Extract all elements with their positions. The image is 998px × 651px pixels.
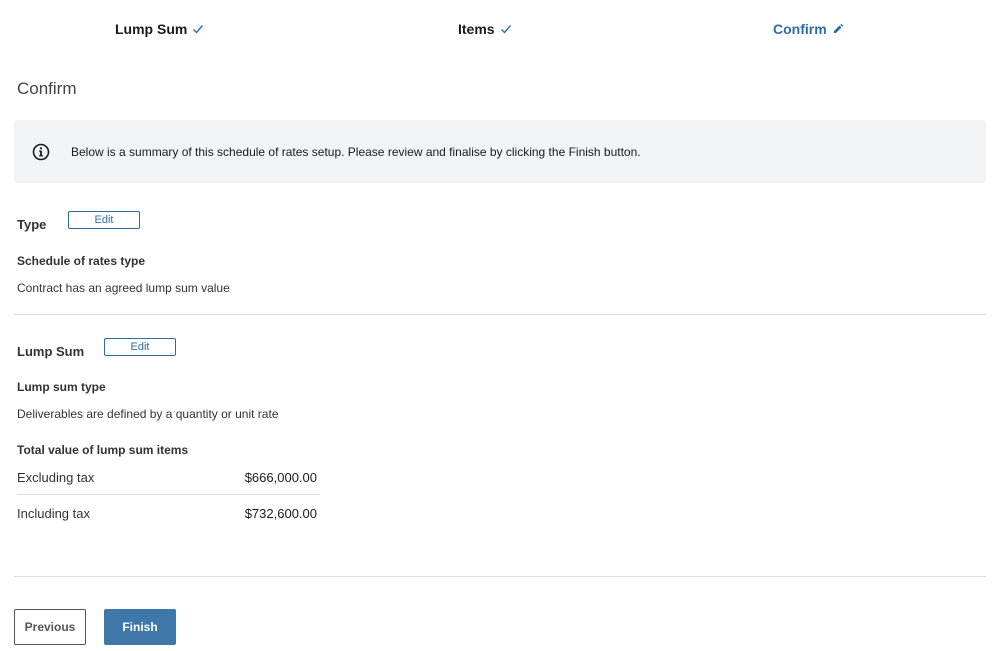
step-confirm[interactable]: Confirm xyxy=(773,21,844,37)
finish-button[interactable]: Finish xyxy=(104,609,176,645)
info-text: Below is a summary of this schedule of r… xyxy=(71,145,641,159)
totals-table: Excluding tax $666,000.00 Including tax … xyxy=(17,461,320,529)
field-value-lump-sum-type: Deliverables are defined by a quantity o… xyxy=(17,407,279,421)
field-label-schedule-type: Schedule of rates type xyxy=(17,254,146,268)
check-icon xyxy=(500,25,511,34)
step-label: Items xyxy=(458,21,495,37)
step-label: Confirm xyxy=(773,21,827,37)
wizard-stepper: Lump Sum Items Confirm xyxy=(0,0,998,60)
previous-button[interactable]: Previous xyxy=(14,609,86,645)
section-title-type: Type xyxy=(17,217,47,232)
field-label-total-value: Total value of lump sum items xyxy=(17,443,189,457)
totals-row-value: $666,000.00 xyxy=(244,470,317,485)
totals-row-value: $732,600.00 xyxy=(244,506,317,521)
page-title: Confirm xyxy=(17,79,77,98)
section-divider xyxy=(14,314,986,315)
footer-divider xyxy=(14,576,986,577)
totals-row-excluding-tax: Excluding tax $666,000.00 xyxy=(17,461,320,495)
totals-row-including-tax: Including tax $732,600.00 xyxy=(17,495,320,529)
info-circle-icon xyxy=(32,143,50,161)
step-label: Lump Sum xyxy=(115,21,188,37)
totals-row-label: Excluding tax xyxy=(17,470,95,485)
edit-type-button[interactable]: Edit xyxy=(68,211,140,229)
pencil-icon xyxy=(833,23,843,33)
step-items[interactable]: Items xyxy=(458,21,512,37)
field-label-lump-sum-type: Lump sum type xyxy=(17,380,106,394)
totals-row-label: Including tax xyxy=(17,506,90,521)
section-title-lump-sum: Lump Sum xyxy=(17,344,85,359)
field-value-schedule-type: Contract has an agreed lump sum value xyxy=(17,281,230,295)
edit-lump-sum-button[interactable]: Edit xyxy=(104,338,176,356)
info-banner: Below is a summary of this schedule of r… xyxy=(14,120,986,183)
check-icon xyxy=(193,25,204,34)
step-lump-sum[interactable]: Lump Sum xyxy=(115,21,204,37)
